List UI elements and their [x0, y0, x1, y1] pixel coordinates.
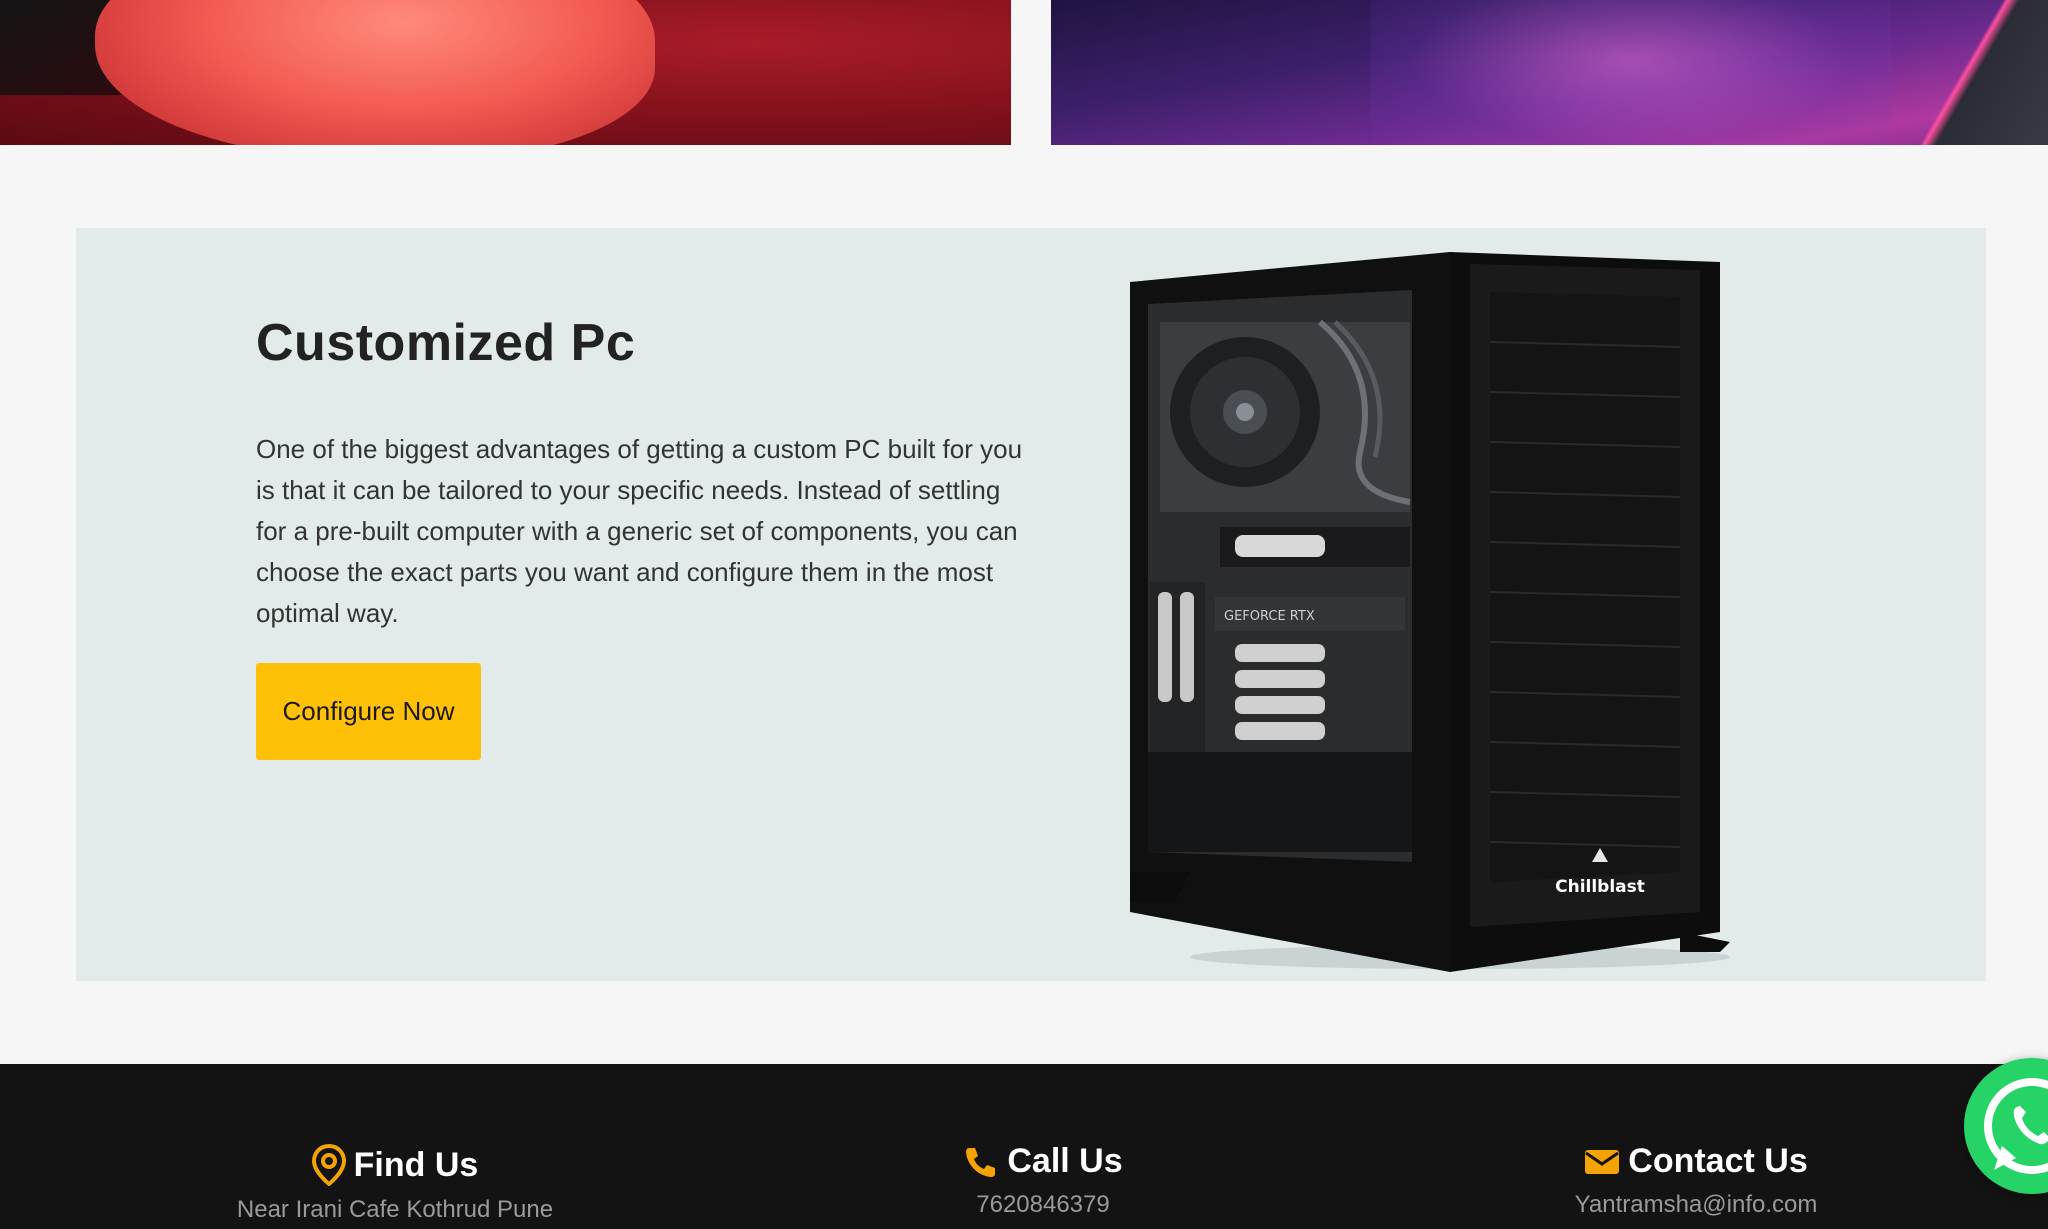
- phone-icon: [966, 1147, 996, 1177]
- location-pin-icon: [311, 1144, 346, 1186]
- footer-call-us: Call Us 7620846379: [920, 1142, 1166, 1219]
- banner-image-right: [1051, 0, 2048, 145]
- promo-title: Customized Pc: [256, 314, 636, 372]
- call-us-title: Call Us: [1007, 1142, 1123, 1180]
- case-brand-label: Chillblast: [1555, 877, 1645, 897]
- footer: Find Us Near Irani Cafe Kothrud Pune Cal…: [0, 1064, 2048, 1229]
- find-us-address: Near Irani Cafe Kothrud Pune: [236, 1196, 554, 1223]
- configure-now-button[interactable]: Configure Now: [256, 663, 481, 760]
- banner-glow: [1371, 0, 1891, 145]
- customized-pc-section: Customized Pc One of the biggest advanta…: [76, 228, 1986, 981]
- whatsapp-button[interactable]: [1964, 1058, 2048, 1194]
- call-us-phone[interactable]: 7620846379: [920, 1191, 1166, 1219]
- banner-image-left: [0, 0, 1011, 145]
- contact-us-email[interactable]: Yantramsha@info.com: [1546, 1191, 1846, 1219]
- gpu-label: GEFORCE RTX: [1224, 609, 1315, 624]
- envelope-icon: [1585, 1149, 1620, 1174]
- find-us-title: Find Us: [353, 1145, 479, 1184]
- contact-us-title: Contact Us: [1628, 1142, 1808, 1180]
- footer-contact-us: Contact Us Yantramsha@info.com: [1546, 1142, 1846, 1219]
- footer-find-us: Find Us Near Irani Cafe Kothrud Pune: [225, 1144, 565, 1224]
- whatsapp-icon: [1984, 1078, 2048, 1174]
- banner-laptop-edge: [1898, 0, 2048, 145]
- banner-hand: [95, 0, 655, 145]
- pc-case-image: GEFORCE RTX Chillblast: [1130, 252, 1730, 972]
- promo-description: One of the biggest advantages of getting…: [256, 434, 1023, 628]
